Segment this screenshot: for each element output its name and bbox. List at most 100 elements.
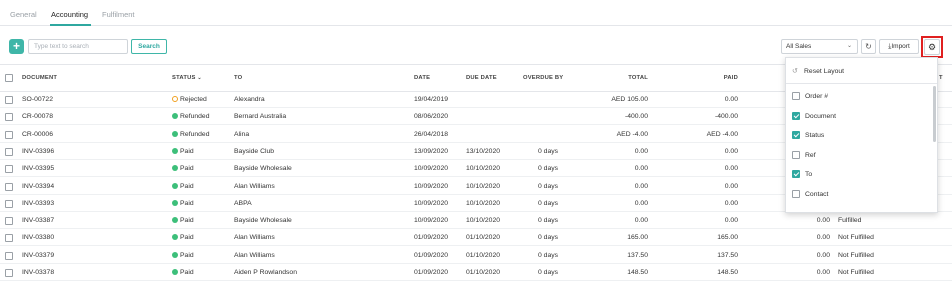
cell-status: Paid — [172, 147, 194, 155]
column-option-checkbox[interactable] — [792, 92, 800, 100]
cell-total: 0.00 — [634, 182, 648, 190]
cell-date: 01/09/2020 — [414, 269, 449, 276]
cell-document[interactable]: INV-03379 — [22, 252, 54, 259]
table-row[interactable]: Paid INV-03378 Aiden P Rowlandson 01/09/202… — [0, 265, 952, 281]
cell-date: 08/06/2020 — [414, 113, 449, 121]
reset-layout-item[interactable]: ↺ Reset Layout — [786, 58, 937, 84]
header-overdue-by[interactable]: OVERDUE BY — [523, 75, 563, 81]
cell-document[interactable]: CR-00006 — [22, 131, 53, 138]
status-text: Refunded — [180, 113, 210, 121]
header-partial[interactable]: T — [939, 75, 943, 81]
cell-status: Refunded — [172, 130, 210, 138]
table-row[interactable]: Paid INV-03387 Bayside Wholesale 10/09/2020… — [0, 213, 952, 230]
cell-to: ABPA — [234, 199, 252, 207]
add-button[interactable]: + — [9, 39, 24, 54]
column-option-label: To — [805, 171, 813, 178]
check-circle-icon — [172, 165, 178, 172]
status-text: Refunded — [180, 130, 210, 138]
sales-filter-select[interactable]: All Sales ⌄ — [781, 39, 858, 54]
header-date[interactable]: DATE — [414, 75, 430, 81]
column-option-checkbox[interactable] — [792, 111, 800, 120]
cell-status: Paid — [172, 199, 194, 207]
table-row[interactable]: Paid INV-03380 Alan Williams 01/09/2020 01/1… — [0, 230, 952, 247]
sort-desc-icon: ⌄ — [197, 75, 202, 81]
cell-date: 10/09/2020 — [414, 199, 449, 207]
cell-document[interactable]: CR-00078 — [22, 113, 53, 120]
status-text: Paid — [180, 269, 194, 276]
cell-balance: 0.00 — [816, 234, 830, 242]
cell-document[interactable]: INV-03387 — [22, 217, 54, 224]
cell-paid: 0.00 — [724, 199, 738, 207]
check-circle-icon — [172, 217, 178, 224]
row-checkbox[interactable] — [5, 147, 13, 156]
column-option[interactable]: Document — [786, 107, 937, 127]
gear-icon: ⚙ — [927, 42, 937, 52]
row-checkbox[interactable] — [5, 96, 13, 104]
cell-document[interactable]: INV-03393 — [22, 200, 54, 207]
cell-overdue-by: 0 days — [538, 182, 559, 190]
column-option-checkbox[interactable] — [792, 170, 800, 178]
row-checkbox[interactable] — [5, 130, 13, 139]
search-input[interactable] — [28, 39, 128, 54]
status-text: Paid — [180, 182, 194, 190]
column-option[interactable]: Status — [786, 126, 937, 146]
column-chooser-panel: ↺ Reset Layout Order # Document Status Ref T… — [785, 57, 938, 213]
sales-filter-value: All Sales — [786, 43, 812, 50]
tab-fulfilment[interactable]: Fulfilment — [102, 10, 135, 19]
header-due-date[interactable]: DUE DATE — [466, 75, 497, 81]
cell-overdue-by: 0 days — [538, 269, 559, 276]
column-option[interactable]: Order # — [786, 87, 937, 107]
cell-paid: -400.00 — [714, 113, 738, 121]
cell-balance: 0.00 — [816, 217, 830, 225]
table-row[interactable]: Paid INV-03379 Alan Williams 01/09/2020 01/1… — [0, 248, 952, 264]
row-checkbox[interactable] — [5, 199, 13, 208]
cell-document[interactable]: INV-03396 — [22, 148, 54, 155]
refresh-button[interactable]: ↻ — [861, 39, 876, 54]
cell-document[interactable]: SO-00722 — [22, 96, 53, 103]
row-checkbox[interactable] — [5, 269, 13, 277]
row-checkbox[interactable] — [5, 113, 13, 122]
cell-overdue-by: 0 days — [538, 199, 559, 207]
tab-accounting[interactable]: Accounting — [51, 10, 88, 19]
tab-general[interactable]: General — [10, 10, 37, 19]
column-settings-button[interactable]: ⚙ — [924, 39, 940, 55]
cell-date: 10/09/2020 — [414, 217, 449, 225]
row-checkbox[interactable] — [5, 251, 13, 260]
column-option[interactable]: Ref — [786, 146, 937, 166]
cell-total: AED 105.00 — [611, 96, 648, 103]
column-option[interactable]: Contact — [786, 185, 937, 205]
cell-due-date: 10/10/2020 — [466, 182, 501, 190]
column-option-checkbox[interactable] — [792, 150, 800, 159]
cell-status: Paid — [172, 234, 194, 241]
column-option-checkbox[interactable] — [792, 189, 800, 198]
column-option[interactable]: To — [786, 165, 937, 185]
header-to[interactable]: TO — [234, 75, 242, 81]
row-checkbox[interactable] — [5, 182, 13, 191]
tab-bar: General Accounting Fulfilment — [0, 0, 952, 26]
cell-date: 10/09/2020 — [414, 165, 449, 173]
row-checkbox[interactable] — [5, 234, 13, 243]
cell-document[interactable]: INV-03380 — [22, 234, 54, 241]
check-circle-icon — [172, 269, 178, 275]
cell-document[interactable]: INV-03394 — [22, 183, 54, 190]
header-paid[interactable]: PAID — [690, 75, 738, 81]
import-button[interactable]: ⤓Import — [879, 39, 919, 54]
cell-paid: 0.00 — [724, 217, 738, 225]
cell-total: 0.00 — [634, 217, 648, 225]
cell-overdue-by: 0 days — [538, 251, 559, 259]
cell-date: 10/09/2020 — [414, 182, 449, 190]
header-total[interactable]: TOTAL — [600, 75, 648, 81]
search-button[interactable]: Search — [131, 39, 167, 54]
select-all-checkbox[interactable] — [5, 74, 13, 82]
panel-scrollbar[interactable] — [933, 86, 936, 142]
cell-document[interactable]: INV-03378 — [22, 269, 54, 276]
row-checkbox[interactable] — [5, 165, 13, 174]
cell-status: Refunded — [172, 113, 209, 120]
row-checkbox[interactable] — [5, 217, 13, 226]
cell-total: 0.00 — [634, 165, 648, 173]
header-status[interactable]: STATUS ⌄ — [172, 75, 202, 81]
header-document[interactable]: DOCUMENT — [22, 75, 57, 81]
column-option-checkbox[interactable] — [792, 131, 800, 139]
cell-total: 137.50 — [627, 251, 648, 259]
cell-document[interactable]: INV-03395 — [22, 165, 54, 172]
